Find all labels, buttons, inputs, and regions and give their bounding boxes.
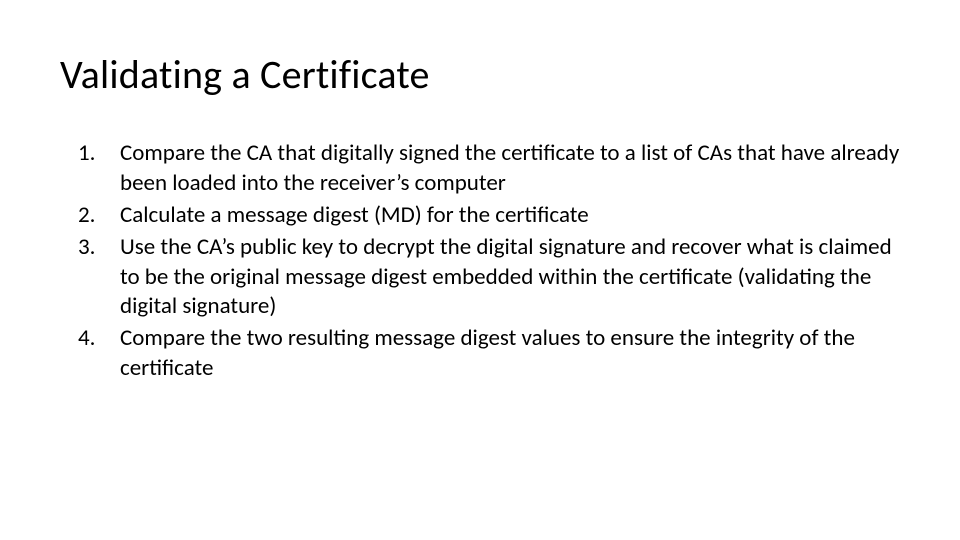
numbered-list: Compare the CA that digitally signed the… [60,139,900,384]
list-item: Calculate a message digest (MD) for the … [60,201,900,231]
list-item: Compare the CA that digitally signed the… [60,139,900,199]
slide-title: Validating a Certificate [60,50,900,99]
list-item: Compare the two resulting message digest… [60,324,900,384]
list-item: Use the CA’s public key to decrypt the d… [60,233,900,323]
